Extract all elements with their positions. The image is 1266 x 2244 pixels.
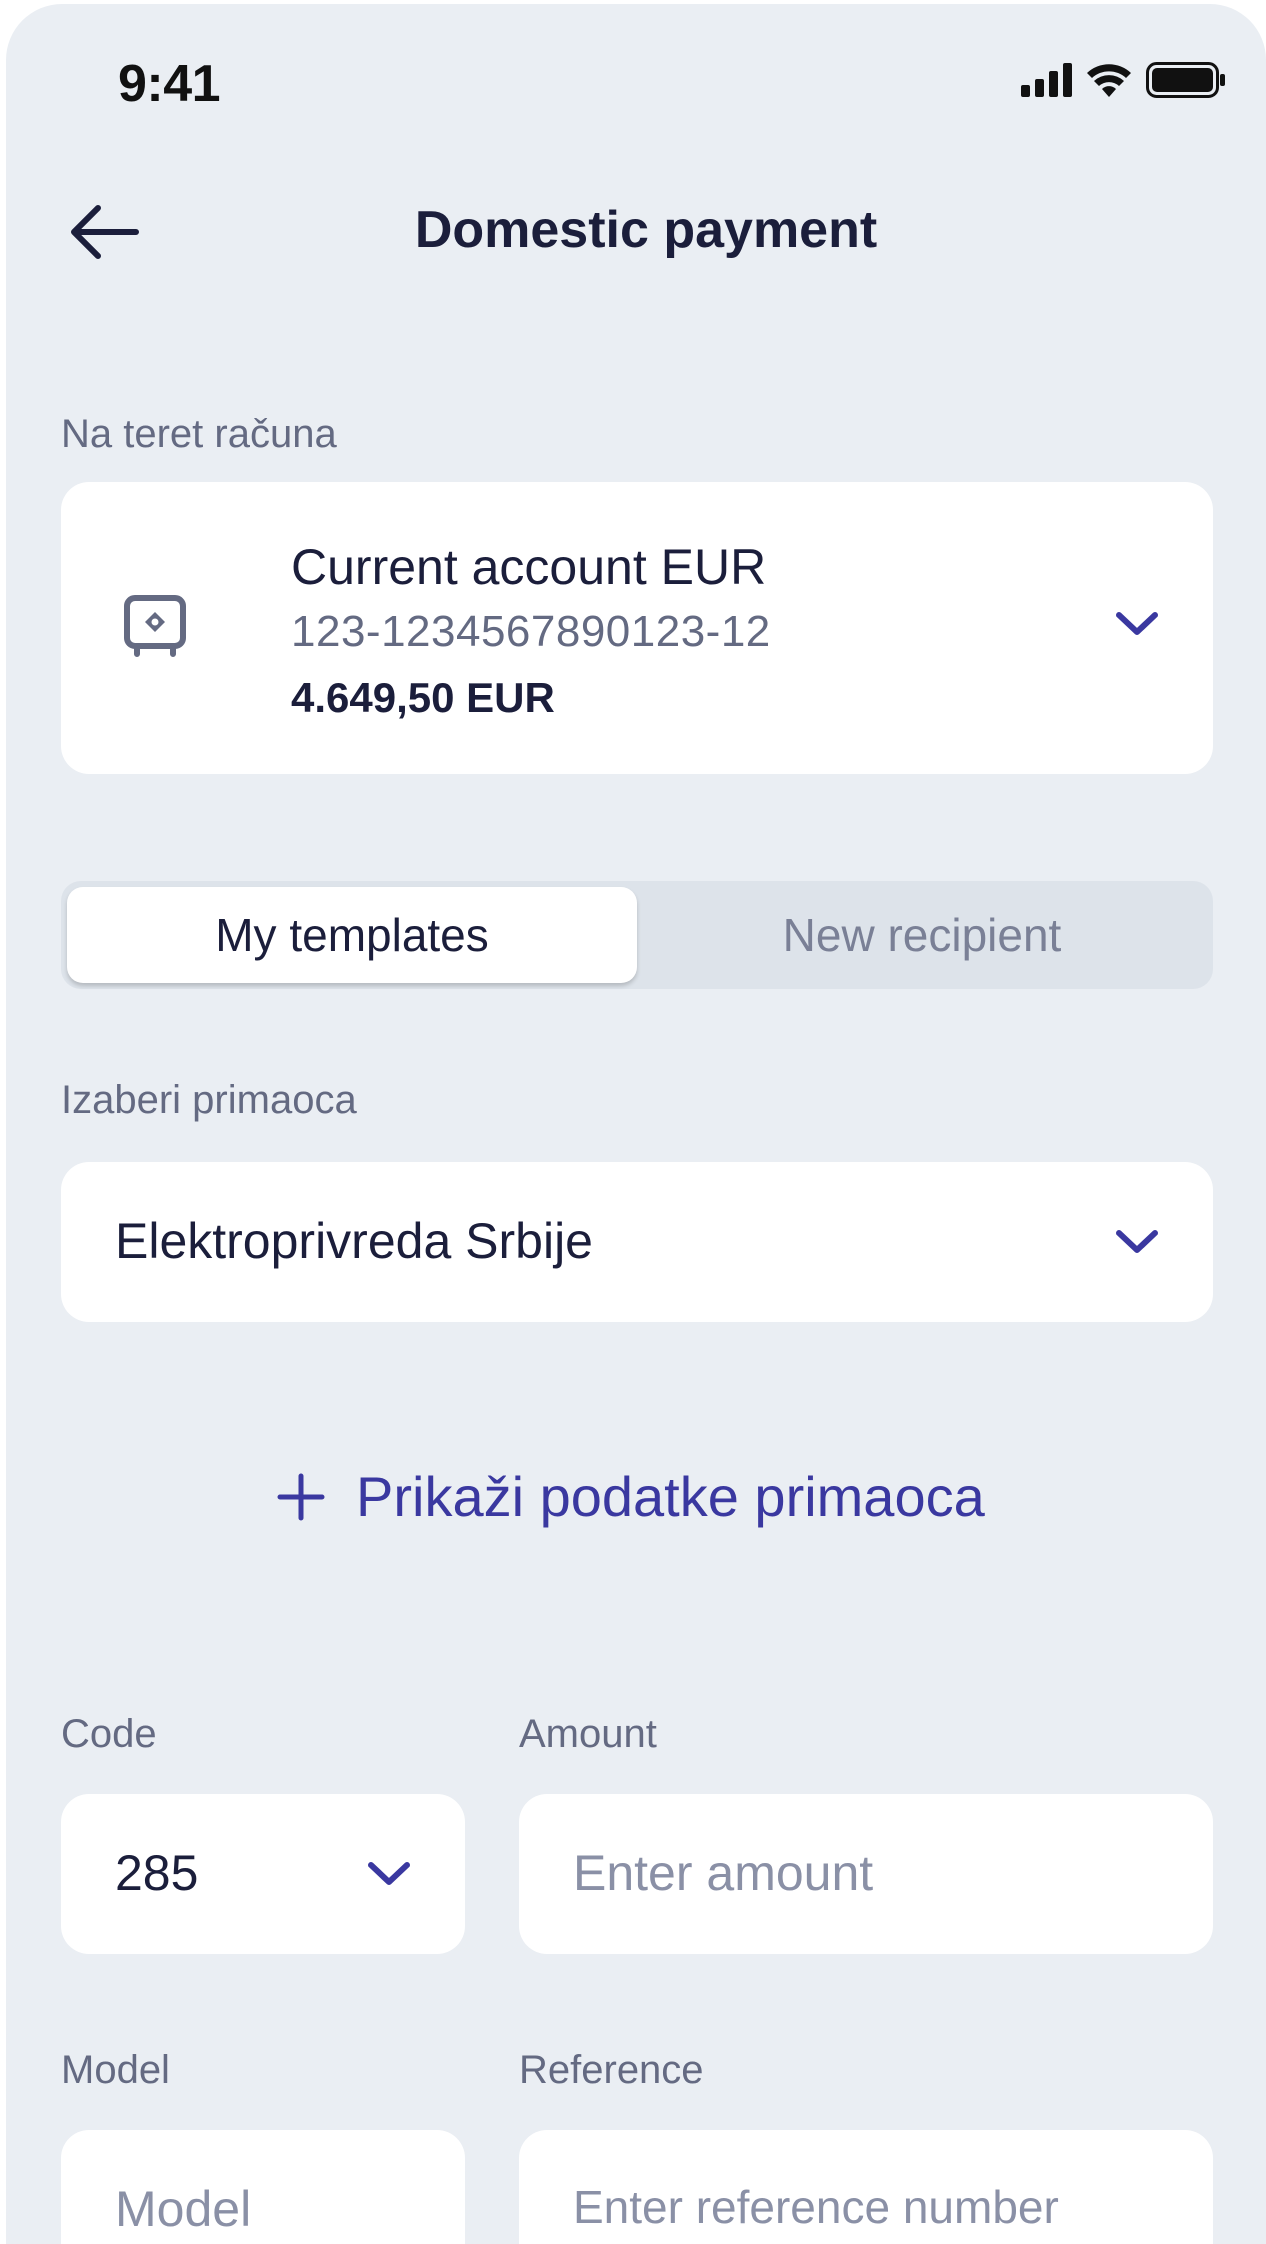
account-name: Current account EUR [291, 539, 767, 595]
code-label: Code [61, 1712, 157, 1756]
model-placeholder: Model [115, 2181, 252, 2237]
amount-placeholder: Enter amount [573, 1845, 874, 1901]
safe-icon [124, 595, 186, 657]
reference-placeholder: Enter reference number [573, 2181, 1059, 2233]
recipient-value: Elektroprivreda Srbije [115, 1213, 593, 1269]
signal-icon [1021, 63, 1072, 97]
account-section-label: Na teret računa [61, 412, 337, 456]
status-time: 9:41 [118, 55, 221, 113]
reference-label: Reference [519, 2048, 704, 2092]
chevron-down-icon [1116, 612, 1158, 635]
code-select[interactable]: 285 [61, 1794, 465, 1954]
battery-icon [1146, 62, 1225, 98]
page-title: Domestic payment [414, 201, 878, 259]
chevron-down-icon [1116, 1230, 1158, 1253]
reference-input[interactable]: Enter reference number [519, 2130, 1213, 2244]
show-recipient-details-button[interactable]: Prikaži podatke primaoca [276, 1464, 985, 1529]
model-input[interactable]: Model [61, 2130, 465, 2244]
show-details-label: Prikaži podatke primaoca [356, 1465, 985, 1528]
code-value: 285 [115, 1845, 199, 1901]
account-selector[interactable]: Current account EUR 123-1234567890123-12… [61, 482, 1213, 774]
plus-icon [277, 1473, 325, 1520]
tab-new-recipient[interactable]: New recipient [637, 887, 1207, 983]
status-icons [1021, 62, 1226, 98]
chevron-down-icon [368, 1862, 410, 1885]
recipient-label: Izaberi primaoca [61, 1078, 357, 1122]
recipient-type-tabs: My templates New recipient [61, 881, 1213, 989]
phone-screen: 9:41 Domestic payment Na teret računa Cu… [6, 4, 1266, 2244]
wifi-icon [1087, 64, 1131, 97]
account-number: 123-1234567890123-12 [291, 607, 771, 656]
amount-input[interactable]: Enter amount [519, 1794, 1213, 1954]
model-label: Model [61, 2048, 170, 2092]
recipient-select[interactable]: Elektroprivreda Srbije [61, 1162, 1213, 1322]
account-balance: 4.649,50 EUR [291, 674, 555, 721]
tab-my-templates[interactable]: My templates [67, 887, 637, 983]
amount-label: Amount [519, 1712, 657, 1756]
